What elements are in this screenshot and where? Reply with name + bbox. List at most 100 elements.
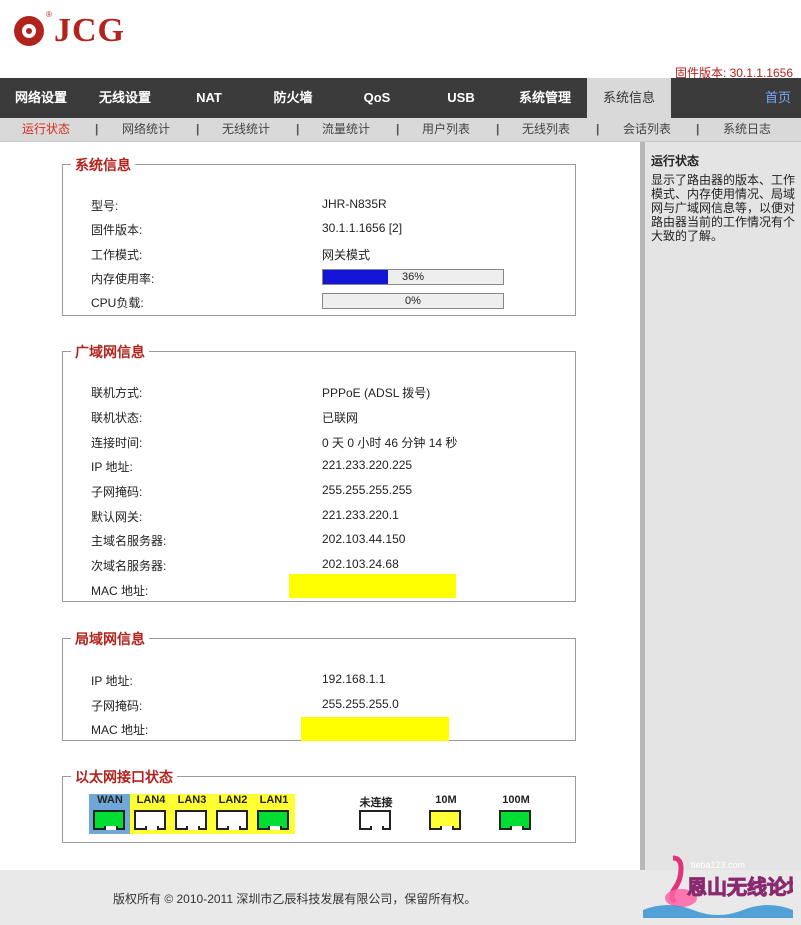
subnav-network-stats[interactable]: 网络统计 xyxy=(122,118,170,140)
wan-conn-type-label: 联机方式: xyxy=(91,386,143,400)
subnav-system-log[interactable]: 系统日志 xyxy=(723,118,771,140)
ethernet-port-icon xyxy=(216,810,248,830)
help-text: 显示了路由器的版本、工作模式、内存使用情况、局域网与广域网信息等，以便对路由器当… xyxy=(651,173,796,243)
cpu-load-bar: 0% xyxy=(322,293,504,309)
port-label: LAN3 xyxy=(177,794,207,806)
wan-dns2-row: 次域名服务器: 202.103.24.68 xyxy=(91,554,561,574)
ethernet-port-icon xyxy=(359,810,391,830)
subnav-separator: | xyxy=(296,122,300,136)
logo-registered-mark: ® xyxy=(46,10,52,19)
wan-conn-type-row: 联机方式: PPPoE (ADSL 拨号) xyxy=(91,381,561,401)
ethernet-port-icon xyxy=(175,810,207,830)
firmware-label: 固件版本: xyxy=(91,223,143,237)
lan-info-title: 局域网信息 xyxy=(71,629,149,649)
legend-label: 100M xyxy=(502,794,530,806)
lan-mask-row: 子网掩码: 255.255.255.0 xyxy=(91,694,561,714)
system-info-title: 系统信息 xyxy=(71,155,135,175)
subnav-run-status[interactable]: 运行状态 xyxy=(22,118,70,140)
copyright-text: 版权所有 © 2010-2011 深圳市乙辰科技发展有限公司，保留所有权。 xyxy=(113,892,477,906)
wan-dns1-label: 主域名服务器: xyxy=(91,534,167,548)
wan-status-value: 已联网 xyxy=(322,411,359,425)
port-lan3: LAN3 xyxy=(171,794,213,834)
subnav-separator: | xyxy=(396,122,400,136)
wan-info-panel: 广域网信息 联机方式: PPPoE (ADSL 拨号) 联机状态: 已联网 连接… xyxy=(62,342,576,602)
model-row: 型号: JHR-N835R xyxy=(91,194,561,214)
subnav-wireless-stats[interactable]: 无线统计 xyxy=(222,118,270,140)
watermark-text: 恩山无线论坛 xyxy=(687,875,793,899)
forum-watermark: tieba123.com 恩山无线论坛 xyxy=(643,854,801,918)
legend-label: 未连接 xyxy=(359,797,393,809)
nav-nat[interactable]: NAT xyxy=(168,78,250,118)
port-lan2: LAN2 xyxy=(212,794,254,834)
nav-network-settings[interactable]: 网络设置 xyxy=(0,78,82,118)
nav-usb[interactable]: USB xyxy=(420,78,502,118)
nav-system-management[interactable]: 系统管理 xyxy=(504,78,586,118)
wan-uptime-label: 连接时间: xyxy=(91,436,143,450)
subnav-separator: | xyxy=(496,122,500,136)
home-link[interactable]: 首页 xyxy=(765,78,791,118)
header: ® JCG 固件版本: 30.1.1.1656 xyxy=(0,0,801,80)
nav-firewall[interactable]: 防火墙 xyxy=(252,78,334,118)
ethernet-port-icon xyxy=(257,810,289,830)
ethernet-port-icon xyxy=(93,810,125,830)
lan-ip-row: IP 地址: 192.168.1.1 xyxy=(91,669,561,689)
mode-value: 网关模式 xyxy=(322,248,371,262)
port-label: LAN2 xyxy=(218,794,248,806)
help-sidebar: 运行状态 显示了路由器的版本、工作模式、内存使用情况、局域网与广域网信息等，以便… xyxy=(640,142,801,870)
subnav-user-list[interactable]: 用户列表 xyxy=(422,118,470,140)
lan-info-panel: 局域网信息 IP 地址: 192.168.1.1 子网掩码: 255.255.2… xyxy=(62,629,576,741)
nav-qos[interactable]: QoS xyxy=(336,78,418,118)
logo-text: JCG xyxy=(54,12,125,49)
cpu-label: CPU负载: xyxy=(91,296,144,310)
lan-ip-label: IP 地址: xyxy=(91,674,133,688)
model-label: 型号: xyxy=(91,199,119,213)
port-label: WAN xyxy=(97,794,123,806)
memory-row: 内存使用率: 36% xyxy=(91,267,561,287)
subnav-wireless-list[interactable]: 无线列表 xyxy=(522,118,570,140)
legend-disconnected: 未连接 xyxy=(355,794,397,834)
port-wan: WAN xyxy=(89,794,131,834)
wan-mask-label: 子网掩码: xyxy=(91,485,143,499)
lan-mac-redaction xyxy=(301,717,449,741)
wan-mask-value: 255.255.255.255 xyxy=(322,483,413,497)
port-lan4: LAN4 xyxy=(130,794,172,834)
subnav-session-list[interactable]: 会话列表 xyxy=(623,118,671,140)
legend-100m: 100M xyxy=(495,794,537,834)
memory-usage-percent: 36% xyxy=(401,271,425,283)
nav-system-info[interactable]: 系统信息 xyxy=(587,78,671,118)
subnav-separator: | xyxy=(696,122,700,136)
firmware-value: 30.1.1.1656 [2] xyxy=(322,221,403,235)
subnav-separator: | xyxy=(596,122,600,136)
wan-gateway-row: 默认网关: 221.233.220.1 xyxy=(91,505,561,525)
lan-mask-label: 子网掩码: xyxy=(91,699,143,713)
sub-nav: 运行状态 | 网络统计 | 无线统计 | 流量统计 | 用户列表 | 无线列表 … xyxy=(0,118,801,142)
watermark-site: tieba123.com xyxy=(691,860,745,870)
wan-gateway-label: 默认网关: xyxy=(91,510,143,524)
ethernet-status-title: 以太网接口状态 xyxy=(71,767,177,787)
wan-dns2-label: 次域名服务器: xyxy=(91,559,167,573)
lan-ip-value: 192.168.1.1 xyxy=(322,672,386,686)
wan-dns2-value: 202.103.24.68 xyxy=(322,557,399,571)
main-nav: 网络设置 无线设置 NAT 防火墙 QoS USB 系统管理 系统信息 首页 xyxy=(0,78,801,118)
mode-label: 工作模式: xyxy=(91,248,143,262)
cpu-row: CPU负载: 0% xyxy=(91,291,561,311)
system-info-panel: 系统信息 型号: JHR-N835R 固件版本: 30.1.1.1656 [2]… xyxy=(62,155,576,316)
wan-gateway-value: 221.233.220.1 xyxy=(322,508,399,522)
nav-wireless-settings[interactable]: 无线设置 xyxy=(84,78,166,118)
mode-row: 工作模式: 网关模式 xyxy=(91,243,561,263)
wan-uptime-row: 连接时间: 0 天 0 小时 46 分钟 14 秒 xyxy=(91,431,561,451)
flamingo-logo-icon: tieba123.com 恩山无线论坛 xyxy=(643,855,801,918)
model-value: JHR-N835R xyxy=(322,197,387,211)
memory-label: 内存使用率: xyxy=(91,272,155,286)
port-label: LAN4 xyxy=(136,794,166,806)
wan-mac-label: MAC 地址: xyxy=(91,584,149,598)
port-lan1: LAN1 xyxy=(253,794,295,834)
subnav-separator: | xyxy=(196,122,200,136)
wan-ip-value: 221.233.220.225 xyxy=(322,458,413,472)
wan-status-row: 联机状态: 已联网 xyxy=(91,406,561,426)
wan-uptime-value: 0 天 0 小时 46 分钟 14 秒 xyxy=(322,436,458,450)
subnav-traffic-stats[interactable]: 流量统计 xyxy=(322,118,370,140)
wan-mac-redaction xyxy=(289,574,456,598)
logo-mark-icon xyxy=(14,16,44,46)
memory-usage-bar: 36% xyxy=(322,269,504,285)
